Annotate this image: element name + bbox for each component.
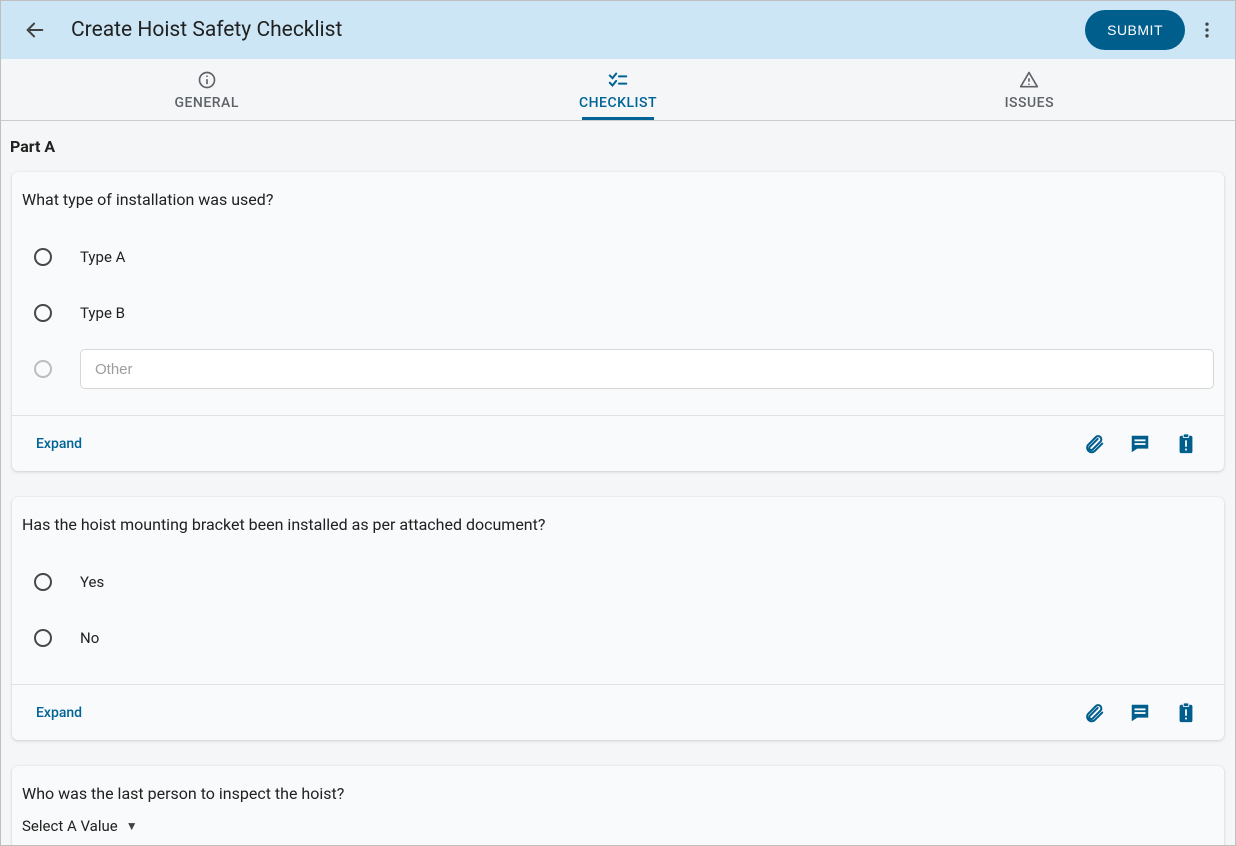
clipboard-alert-icon [1175,433,1197,455]
tab-checklist-label: CHECKLIST [579,95,657,111]
option-label-type-a: Type A [80,248,125,266]
expand-button-2[interactable]: Expand [36,705,82,721]
section-title: Part A [1,121,1235,172]
back-button[interactable] [21,16,49,44]
attachment-button-1[interactable] [1074,424,1114,464]
tab-issues-label: ISSUES [1005,95,1054,111]
comment-button-1[interactable] [1120,424,1160,464]
option-type-a[interactable]: Type A [22,229,1214,285]
tab-issues[interactable]: ISSUES [824,59,1235,120]
checklist-icon [607,69,629,91]
expand-button-1[interactable]: Expand [36,436,82,452]
warning-triangle-icon [1019,70,1039,90]
arrow-left-icon [24,19,46,41]
paperclip-icon [1083,702,1105,724]
option-label-yes: Yes [80,573,104,591]
attachment-button-2[interactable] [1074,693,1114,733]
radio-yes[interactable] [34,573,52,591]
card-footer-2: Expand [12,684,1224,740]
question-card-1: What type of installation was used? Type… [12,172,1224,471]
comment-icon [1129,702,1151,724]
question-card-3: Who was the last person to inspect the h… [12,766,1224,845]
tab-general[interactable]: GENERAL [1,59,412,120]
comment-icon [1129,433,1151,455]
tab-checklist[interactable]: CHECKLIST [412,59,823,120]
option-type-b[interactable]: Type B [22,285,1214,341]
tab-bar: GENERAL CHECKLIST ISSUES [1,59,1235,121]
comment-button-2[interactable] [1120,693,1160,733]
app-header: Create Hoist Safety Checklist SUBMIT [1,1,1235,59]
page-title: Create Hoist Safety Checklist [71,18,342,42]
info-icon [197,70,217,90]
radio-other[interactable] [34,360,52,378]
radio-no[interactable] [34,629,52,647]
content-area: Part A What type of installation was use… [1,121,1235,845]
submit-button[interactable]: SUBMIT [1085,10,1185,50]
caret-down-icon: ▼ [126,819,138,833]
question-card-2: Has the hoist mounting bracket been inst… [12,497,1224,740]
other-input[interactable] [80,349,1214,389]
option-yes[interactable]: Yes [22,554,1214,610]
issue-button-1[interactable] [1166,424,1206,464]
option-other [22,341,1214,397]
option-label-type-b: Type B [80,304,125,322]
more-menu-button[interactable] [1193,10,1221,50]
option-no[interactable]: No [22,610,1214,666]
paperclip-icon [1083,433,1105,455]
radio-type-b[interactable] [34,304,52,322]
more-vertical-icon [1197,20,1217,40]
inspector-select[interactable]: Select A Value ▼ [22,817,1214,835]
question-text-1: What type of installation was used? [22,190,1214,209]
clipboard-alert-icon [1175,702,1197,724]
option-label-no: No [80,629,99,647]
card-footer-1: Expand [12,415,1224,471]
issue-button-2[interactable] [1166,693,1206,733]
question-text-2: Has the hoist mounting bracket been inst… [22,515,1214,534]
select-placeholder: Select A Value [22,817,118,835]
tab-general-label: GENERAL [174,95,238,111]
radio-type-a[interactable] [34,248,52,266]
question-text-3: Who was the last person to inspect the h… [22,784,1214,803]
